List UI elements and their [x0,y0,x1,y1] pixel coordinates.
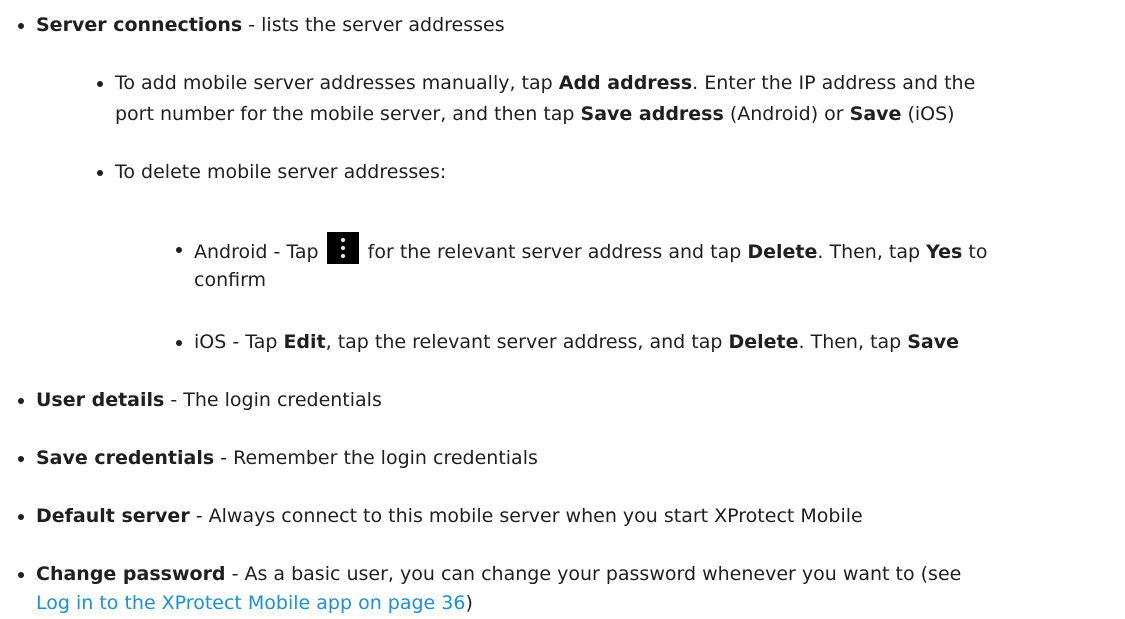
bullet [18,398,24,404]
term-save: Save [907,331,960,353]
list-item-user-details: User details - The login credentials [36,389,382,411]
bullet [176,247,182,253]
bullet [97,170,103,176]
list-item-delete-addresses: To delete mobile server addresses: [115,161,447,183]
bullet [18,572,24,578]
bullet [176,340,182,346]
list-item-android: Android - Tap for the relevant server ad… [194,232,987,268]
list-item-android-line2: confirm [194,269,267,291]
term-delete: Delete [747,241,818,263]
list-item-add-address-line2: port number for the mobile server, and t… [115,103,955,125]
term-user-details: User details [36,389,165,411]
term-change-password: Change password [36,563,226,585]
list-item-default-server: Default server - Always connect to this … [36,505,863,527]
bullet [97,81,103,87]
term-default-server: Default server [36,505,190,527]
term-save-credentials: Save credentials [36,447,215,469]
bullet [18,514,24,520]
term-save: Save [849,103,902,125]
term-edit: Edit [283,331,326,353]
login-page-link[interactable]: Log in to the XProtect Mobile app on pag… [36,592,465,614]
bullet [18,23,24,29]
kebab-menu-icon [326,232,359,264]
bullet [18,456,24,462]
term-save-address: Save address [580,103,724,125]
term-yes: Yes [926,241,963,263]
list-item-change-password-line2: Log in to the XProtect Mobile app on pag… [36,592,473,614]
term-server-connections: Server connections [36,14,243,36]
term-delete: Delete [728,331,799,353]
help-document-page: Server connections - lists the server ad… [0,0,1125,617]
term-add-address: Add address [558,72,693,94]
list-item-add-address: To add mobile server addresses manually,… [115,72,976,94]
list-item-save-credentials: Save credentials - Remember the login cr… [36,447,538,469]
list-item-ios: iOS - Tap Edit, tap the relevant server … [194,331,960,353]
list-item-server-connections: Server connections - lists the server ad… [36,10,505,41]
description: - lists the server addresses [242,14,505,36]
list-item-change-password: Change password - As a basic user, you c… [36,563,962,585]
